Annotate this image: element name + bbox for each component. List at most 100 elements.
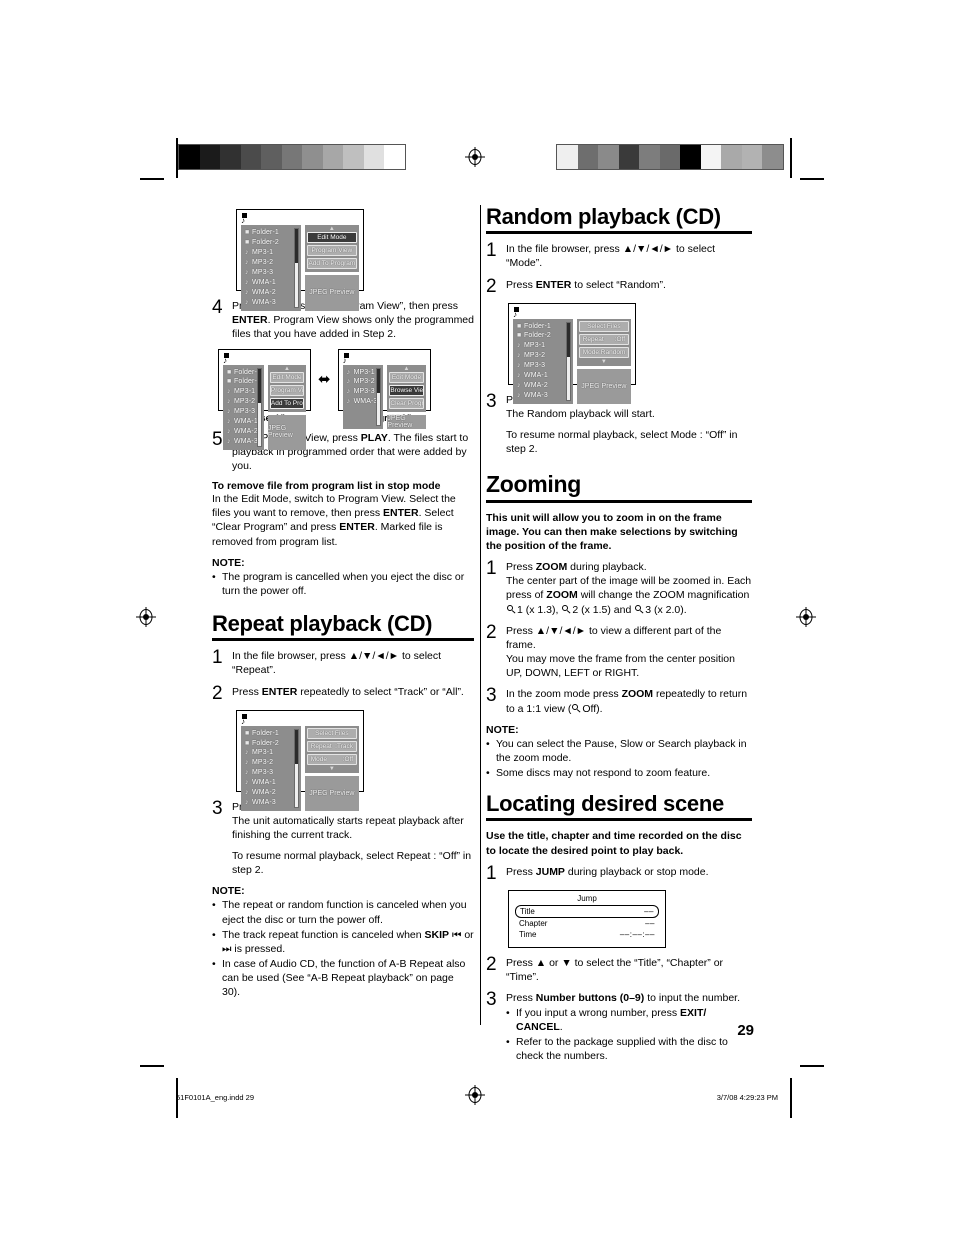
scrollbar[interactable]	[376, 367, 382, 426]
zoom-level-3: 3 (x 2.0).	[645, 603, 687, 616]
double-arrow-icon: ⬌	[318, 371, 331, 389]
step-number: 3	[212, 797, 223, 819]
step-number: 3	[486, 989, 497, 1011]
magnifier-icon	[572, 703, 581, 713]
menu-item-repeat[interactable]: Repeat :Track	[306, 740, 357, 752]
list-item: ♪ MP3-1	[346, 368, 375, 376]
scrollbar[interactable]	[293, 728, 299, 809]
gray-swatch	[659, 145, 681, 169]
menu-item-add-to-program[interactable]: Add To Program	[306, 258, 357, 269]
gray-swatch	[261, 145, 282, 169]
repeat-step-1: 1 In the file browser, press ▲/▼/◄/► to …	[212, 648, 474, 677]
jump-row-value: ––	[644, 906, 654, 916]
step-text: Press ZOOM during playback. The center pa…	[506, 560, 752, 617]
screen-status-icons: ♪	[241, 213, 359, 225]
crop-mark-right-upper	[800, 178, 824, 180]
step-text-part: . Program View shows only the programmed…	[232, 314, 474, 341]
gray-swatch	[343, 145, 364, 169]
key-enter: ENTER	[339, 521, 375, 534]
setting-value: :Track	[335, 742, 353, 750]
list-item: ♪ MP3-3	[346, 388, 375, 396]
jump-row-title[interactable]: Title ––	[515, 904, 659, 918]
jump-row-chapter[interactable]: Chapter ––	[515, 918, 659, 929]
jump-row-label: Title	[520, 906, 535, 916]
list-item: ■ Folder-2	[227, 378, 261, 386]
text-part: Press	[506, 865, 536, 878]
text-part: To resume normal playback, select Repeat…	[232, 850, 472, 877]
screen-program-view: ♪ ♪ MP3-1 ♪ MP3-2 ♪ MP3-3 ♪ WMA-3 ▲ Edit Mod…	[337, 348, 431, 429]
step-number: 2	[486, 275, 497, 297]
menu-item-select-files[interactable]: Select Files	[578, 320, 629, 332]
step-text: In the file browser, press ▲/▼/◄/► to se…	[232, 649, 474, 677]
menu-item-browse-view[interactable]: Browse View	[389, 384, 424, 396]
music-note-icon: ♪	[241, 216, 245, 225]
chevron-up-icon: ▲	[283, 365, 290, 372]
screen-menu: ▲ Edit Mode Browse View Clear Program	[387, 364, 426, 412]
menu-item-clear-program[interactable]: Clear Program	[389, 397, 424, 409]
music-note-icon: ♪	[342, 355, 347, 365]
list-item: ♪ WMA-1	[227, 418, 258, 426]
key-play: PLAY	[360, 431, 388, 444]
section-title-repeat-playback: Repeat playback (CD)	[212, 611, 433, 637]
gray-swatch	[302, 145, 323, 169]
menu-item-edit-mode[interactable]: Edit Mode	[306, 232, 357, 243]
gray-swatch	[762, 145, 784, 169]
menu-item-mode[interactable]: Mode :Off	[306, 753, 357, 765]
note-item: You can select the Pause, Slow or Search…	[486, 737, 752, 765]
menu-item-program-view[interactable]: Program View	[306, 245, 357, 256]
text-part: Press	[506, 992, 536, 1005]
menu-item-add-to-program[interactable]: Add To Program	[269, 397, 305, 409]
list-item: ♪ MP3-1	[245, 248, 274, 256]
scrollbar[interactable]	[256, 367, 262, 448]
list-item: ■ Folder-1	[227, 368, 261, 376]
menu-item-program-view[interactable]: Program View	[269, 384, 305, 396]
screen-menu: ▲ Edit Mode Program View Add To Program	[304, 225, 359, 272]
text-part: Press ▲ or ▼ to select the “Title”, “Cha…	[506, 956, 724, 983]
gray-swatch	[680, 145, 701, 169]
list-item: ♪ WMA-2	[227, 428, 258, 436]
gray-swatch	[384, 145, 406, 169]
menu-item-select-files[interactable]: Select Files	[306, 727, 357, 739]
jump-row-time[interactable]: Time ––:––:––	[515, 929, 659, 940]
magnifier-icon	[562, 604, 571, 614]
key-enter: ENTER	[232, 314, 268, 327]
text-part: repeatedly to select “Track” or “All”.	[297, 685, 464, 698]
registration-mark-left	[136, 607, 156, 627]
setting-label: Repeat	[310, 742, 332, 750]
text-part: In the zoom mode press	[506, 688, 622, 701]
jpeg-preview-pane: JPEG Preview	[304, 275, 359, 311]
menu-item-edit-mode[interactable]: Edit Mode	[389, 371, 424, 383]
gray-swatch	[639, 145, 660, 169]
gray-swatch	[577, 145, 599, 169]
menu-item-edit-mode[interactable]: Edit Mode	[269, 371, 305, 383]
file-list: ■ Folder-1 ■ Folder-2 ♪ MP3-1 ♪ MP3-2 ♪ MP3-3…	[241, 225, 301, 311]
scrollbar[interactable]	[565, 321, 571, 402]
screen-random-settings: ♪ ■ Folder-1 ■ Folder-2 ♪ MP3-1 ♪ MP3-2 ♪ MP3…	[508, 302, 636, 405]
menu-item-mode[interactable]: Mode :Random	[578, 346, 629, 358]
list-item: ♪ MP3-3	[245, 769, 274, 777]
list-item: ♪ WMA-3	[517, 392, 548, 400]
scrollbar[interactable]	[293, 228, 299, 308]
gray-swatch	[281, 145, 303, 169]
note-heading: NOTE:	[212, 885, 245, 898]
list-item: ♪ WMA-2	[245, 789, 276, 797]
jump-row-value: ––:––:––	[619, 929, 655, 939]
subsection-remove-heading: To remove file from program list in stop…	[212, 480, 441, 493]
section-title-zooming: Zooming	[486, 471, 581, 498]
jump-row-label: Time	[519, 929, 537, 939]
registration-mark-right	[796, 607, 816, 627]
music-note-icon: ♪	[241, 716, 245, 726]
right-column: Random playback (CD) 1 In the file brows…	[486, 204, 752, 1070]
step-number: 2	[212, 682, 223, 704]
menu-item-repeat[interactable]: Repeat :Off	[578, 333, 629, 345]
text-part: In the file browser, press ▲/▼/◄/► to se…	[506, 243, 716, 270]
locate-step-1: 1 Press JUMP during playback or stop mod…	[486, 864, 752, 883]
list-item: ♪ MP3-2	[517, 352, 546, 360]
text-part: during playback.	[567, 561, 647, 574]
note-item: The repeat or random function is cancele…	[212, 898, 474, 926]
section-title-locating-scene: Locating desired scene	[486, 791, 724, 817]
jump-row-label: Chapter	[519, 918, 548, 928]
music-note-icon: ♪	[513, 309, 517, 319]
text-part: .	[559, 1021, 563, 1034]
step-number: 3	[486, 390, 497, 412]
